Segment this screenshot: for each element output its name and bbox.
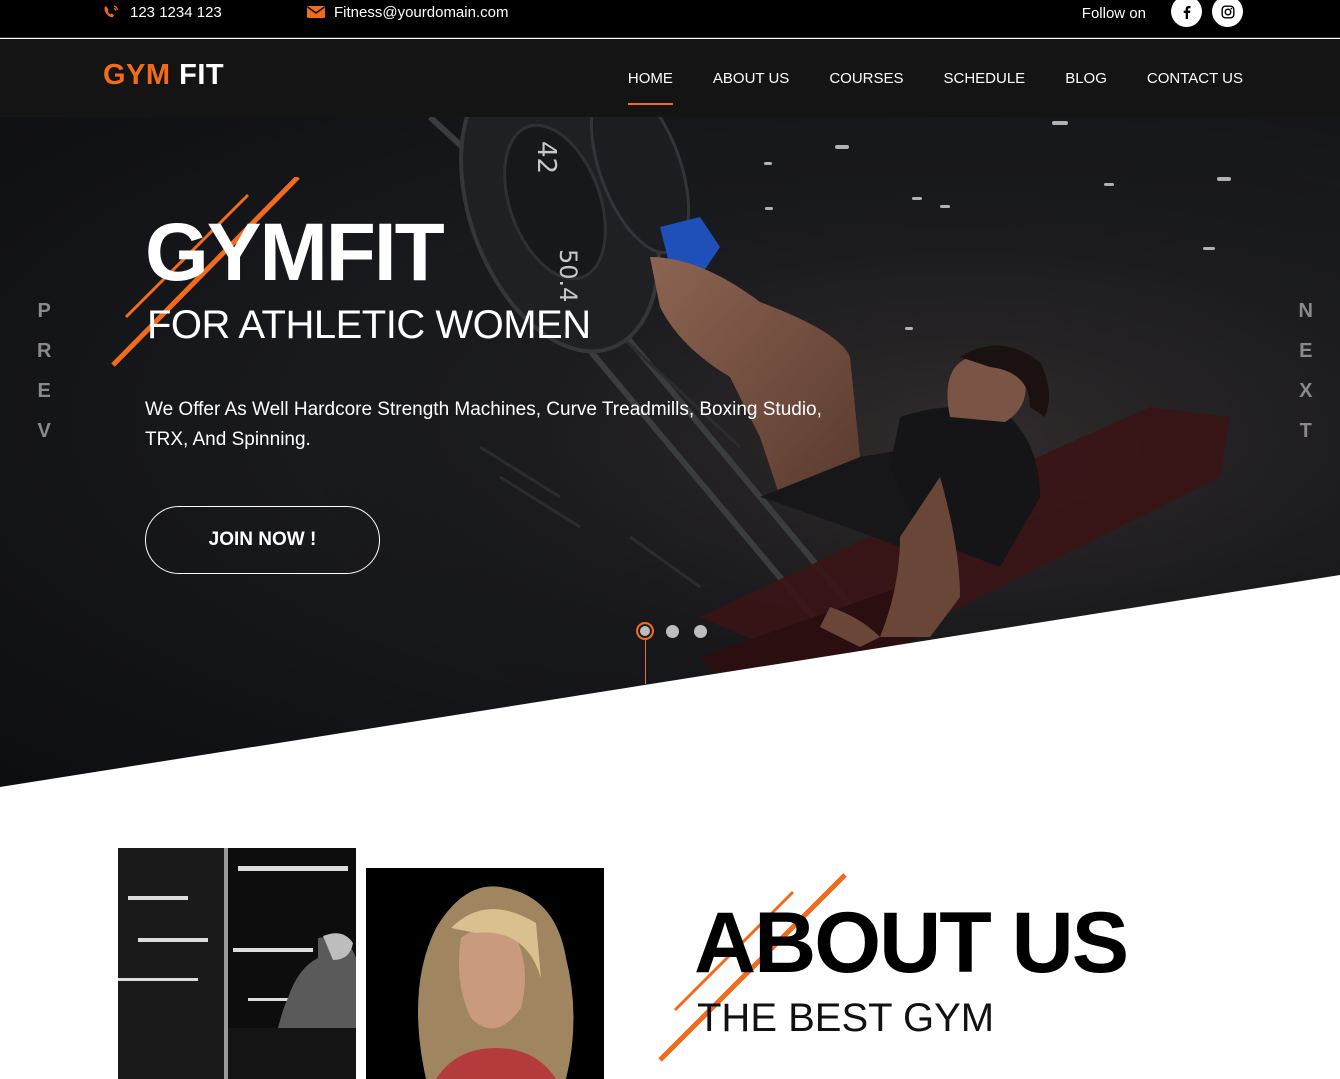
slide-dot-2[interactable] xyxy=(666,624,679,638)
prev-letter: R xyxy=(37,340,52,362)
join-now-button[interactable]: JOIN NOW ! xyxy=(145,506,380,574)
nav-blog[interactable]: BLOG xyxy=(1065,39,1107,117)
instagram-icon xyxy=(1221,5,1235,19)
nav-home[interactable]: HOME xyxy=(627,39,673,117)
about-subtitle: THE BEST GYM xyxy=(697,996,995,1040)
phone-number: 123 1234 123 xyxy=(130,3,222,21)
logo-gym: GYM xyxy=(103,59,171,91)
next-letter: N xyxy=(1298,300,1313,322)
nav-courses[interactable]: COURSES xyxy=(829,39,903,117)
prev-letter: V xyxy=(37,420,51,442)
top-bar: 123 1234 123 Fitness@yourdomain.com Foll… xyxy=(0,0,1340,38)
email-contact[interactable]: Fitness@yourdomain.com xyxy=(306,0,508,24)
email-address: Fitness@yourdomain.com xyxy=(334,3,509,21)
nav-schedule[interactable]: SCHEDULE xyxy=(944,39,1026,117)
slide-dot-3[interactable] xyxy=(694,624,707,638)
pagination-indicator-line xyxy=(645,640,646,684)
nav-about-us[interactable]: ABOUT US xyxy=(713,39,789,117)
hero-subtitle: FOR ATHLETIC WOMEN xyxy=(147,303,591,347)
nav-contact-us[interactable]: CONTACT US xyxy=(1147,39,1243,117)
phone-icon xyxy=(104,5,119,18)
slide-dot-1[interactable] xyxy=(636,622,654,640)
hero-slider: 42 50.4 GYMFIT FOR ATHLETIC WOMEN We Off… xyxy=(0,117,1340,787)
next-slide-button[interactable]: N E X T xyxy=(1299,297,1313,457)
facebook-link[interactable] xyxy=(1171,0,1202,27)
about-image-woman xyxy=(366,868,604,1079)
prev-letter: P xyxy=(37,300,51,322)
next-letter: X xyxy=(1299,380,1313,402)
main-header: GYM FIT HOME ABOUT US COURSES SCHEDULE B… xyxy=(0,39,1340,117)
hero-title: GYMFIT xyxy=(145,207,445,298)
follow-label: Follow on xyxy=(1081,5,1146,22)
prev-slide-button[interactable]: P R E V xyxy=(37,297,51,457)
envelope-icon xyxy=(307,6,325,18)
phone-contact[interactable]: 123 1234 123 xyxy=(102,0,222,24)
main-nav: HOME ABOUT US COURSES SCHEDULE BLOG CONT… xyxy=(588,39,1243,117)
hero-description: We Offer As Well Hardcore Strength Machi… xyxy=(145,399,822,450)
logo-fit: FIT xyxy=(179,59,225,91)
next-letter: E xyxy=(1299,340,1313,362)
next-letter: T xyxy=(1299,420,1312,442)
slider-pagination xyxy=(636,622,722,640)
site-logo[interactable]: GYM FIT xyxy=(103,59,224,92)
facebook-icon xyxy=(1183,5,1190,19)
about-title: ABOUT US xyxy=(694,895,1129,991)
social-follow: Follow on xyxy=(1082,0,1243,27)
instagram-link[interactable] xyxy=(1212,0,1243,27)
about-image-gym xyxy=(118,848,356,1079)
prev-letter: E xyxy=(37,380,51,402)
